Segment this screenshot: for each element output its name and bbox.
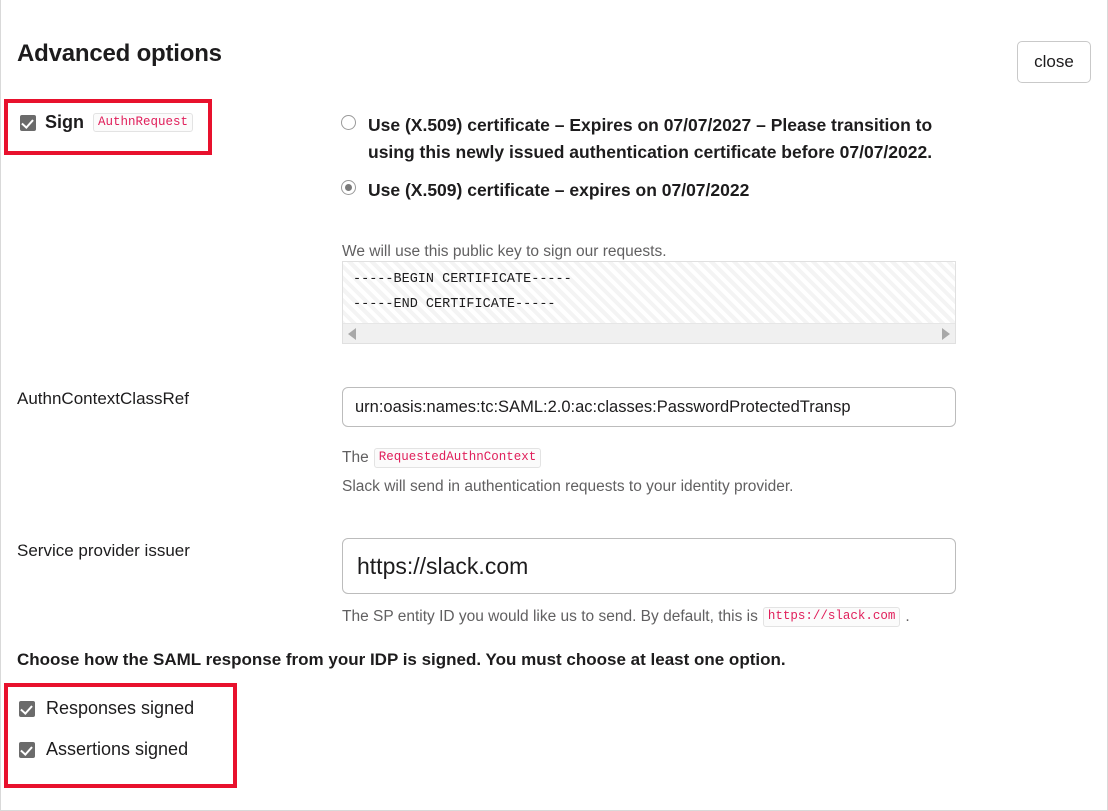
certificate-option-2022-label: Use (X.509) certificate – expires on 07/… (368, 180, 750, 201)
assertions-signed-label: Assertions signed (46, 739, 189, 759)
sign-label: Sign (45, 112, 84, 132)
responses-signed-label: Responses signed (46, 698, 195, 718)
certificate-radio-2022[interactable] (341, 180, 356, 196)
responses-signed-row[interactable]: Responses signed (19, 698, 194, 719)
authncontextclassref-helper-prefix: The (342, 449, 369, 466)
authnrequest-code-badge: AuthnRequest (93, 112, 194, 133)
response-signing-options: Responses signed Assertions signed (19, 698, 194, 760)
responses-signed-checkbox[interactable] (19, 700, 35, 717)
page-title: Advanced options (17, 40, 222, 67)
triangle-right-icon[interactable] (942, 327, 950, 340)
certificate-radio-group: Use (X.509) certificate – Expires on 07/… (341, 112, 961, 204)
authncontextclassref-input[interactable] (342, 387, 956, 427)
close-button[interactable]: close (1017, 41, 1091, 83)
service-provider-issuer-helper: The SP entity ID you would like us to se… (342, 605, 910, 629)
response-signing-instructions: Choose how the SAML response from your I… (17, 650, 786, 669)
certificate-option-2027[interactable]: Use (X.509) certificate – Expires on 07/… (341, 112, 961, 165)
triangle-left-icon[interactable] (348, 327, 356, 340)
certificate-option-2022[interactable]: Use (X.509) certificate – expires on 07/… (341, 177, 961, 204)
service-provider-issuer-helper-prefix: The SP entity ID you would like us to se… (342, 608, 758, 625)
service-provider-issuer-input[interactable] (342, 538, 956, 594)
assertions-signed-checkbox[interactable] (19, 741, 35, 758)
certificate-option-2027-label: Use (X.509) certificate – Expires on 07/… (368, 115, 933, 162)
certificate-radio-2027[interactable] (341, 115, 356, 130)
certificate-body: -----BEGIN CERTIFICATE----- -----END CER… (353, 272, 572, 312)
authncontextclassref-label: AuthnContextClassRef (17, 389, 189, 408)
service-provider-issuer-helper-suffix: . (905, 608, 910, 625)
assertions-signed-row[interactable]: Assertions signed (19, 739, 194, 760)
sign-authnrequest-row[interactable]: Sign AuthnRequest (20, 112, 194, 133)
sign-authnrequest-checkbox[interactable] (20, 114, 36, 131)
slack-url-code-badge: https://slack.com (762, 607, 901, 627)
authncontextclassref-helper: The RequestedAuthnContext Slack will sen… (342, 446, 942, 499)
certificate-textarea[interactable]: -----BEGIN CERTIFICATE----- -----END CER… (342, 261, 956, 344)
advanced-options-panel: Advanced options close Sign AuthnRequest… (0, 0, 1108, 811)
certificate-horizontal-scrollbar[interactable] (343, 323, 955, 343)
requestedauthncontext-code-badge: RequestedAuthnContext (373, 448, 542, 468)
service-provider-issuer-label: Service provider issuer (17, 541, 190, 560)
authncontextclassref-helper-suffix: Slack will send in authentication reques… (342, 478, 794, 496)
